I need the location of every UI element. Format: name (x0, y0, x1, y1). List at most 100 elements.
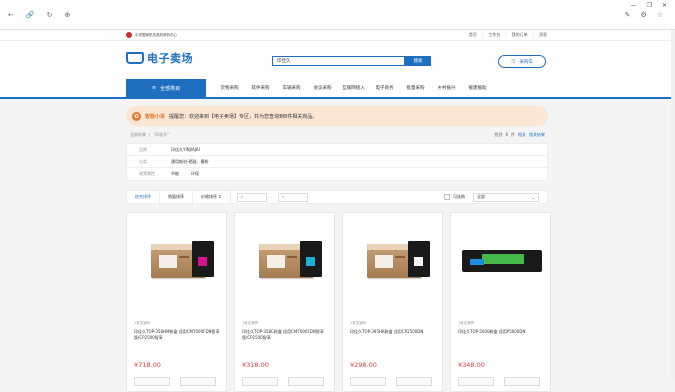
checkbox-icon[interactable] (444, 194, 450, 200)
topbar-link-home[interactable]: 首页 (469, 32, 477, 38)
notice-banner: ✿ 智能小采 提醒您：欢迎来到【电子卖场】专区，共为您查询到8件相关商品。 (126, 106, 548, 126)
nav-item[interactable]: 货物采购 (214, 85, 245, 91)
org-name: 中央国家机关政府采购中心 (135, 32, 177, 37)
price-min-input[interactable]: ¥ (236, 192, 267, 202)
add-cart-button[interactable] (396, 377, 432, 386)
sort-bar: 综合排序 销量排序 价格排序 ↕ ¥ - ¥ 可选购 全部 ⌄ (126, 190, 548, 204)
add-cart-button[interactable] (180, 377, 216, 386)
search-button[interactable]: 搜索 (405, 56, 431, 66)
related-link[interactable]: 相关 (518, 132, 526, 138)
sort-sales[interactable]: 销量排序 (160, 190, 193, 204)
filter-label: 政策属性 (139, 171, 155, 176)
nav-item[interactable]: 乡村振兴 (431, 85, 462, 91)
back-icon[interactable]: ← (8, 11, 14, 19)
nav-item[interactable]: 软件采购 (245, 85, 276, 91)
filter-value[interactable]: 通用耗材-硒鼓、墨粉 (171, 159, 208, 165)
site-logo[interactable]: 电子卖场 (126, 50, 193, 66)
nav-item[interactable]: 批量采购 (400, 85, 431, 91)
filter-value[interactable]: 环保 (191, 171, 199, 177)
cart-label: 采购车 (519, 59, 534, 65)
all-categories-button[interactable]: ≡ 全部类目 (126, 79, 206, 97)
product-card[interactable]: 1家店铺有 印佳久TOP-395HK粉盒 适用CP2500DN ¥298.00 (342, 212, 443, 392)
nav-item[interactable]: 会议采购 (307, 85, 338, 91)
product-card[interactable]: 1家店铺有 印佳久TOP-358C粉盒 适用CM7000FDN智享版/CP250… (234, 212, 335, 392)
all-categories-label: 全部类目 (160, 85, 181, 92)
store-count: 1家店铺有 (242, 321, 259, 325)
pen-icon[interactable]: ✎ (625, 11, 631, 19)
result-count: 找到 8 件 相关 相关结果 (494, 132, 545, 138)
topbar-link-orders[interactable]: 我的订单 (512, 32, 528, 38)
search-bar: 搜索 (272, 56, 431, 66)
compare-button[interactable] (350, 377, 386, 386)
home-icon[interactable]: ⊕ (64, 11, 70, 19)
browser-toolbar: — ❐ ✕ ← 🔗 ↻ ⊕ ✎ ⚙ ☆ (0, 0, 675, 30)
add-cart-button[interactable] (288, 377, 324, 386)
filter-row-policy: 政策属性 节能 环保 (127, 168, 547, 180)
product-image[interactable] (242, 227, 329, 295)
link-icon[interactable]: 🔗 (26, 11, 35, 19)
site-header: 电子卖场 搜索 🛒 采购车 (0, 41, 675, 79)
product-price: ¥718.00 (134, 361, 161, 369)
breadcrumb: 全部结果 / "印佳久" (130, 132, 169, 138)
site-topbar: 中央国家机关政府采购中心 首页 | 工作台 | 我的订单 | 消息 (0, 30, 675, 41)
status-select[interactable]: 全部 ⌄ (473, 192, 539, 202)
store-count: 1家店铺有 (134, 321, 151, 325)
product-title[interactable]: 印佳久TOP-5000粉盒 适用P5000DN (458, 329, 546, 335)
breadcrumb-root[interactable]: 全部结果 (130, 132, 146, 138)
available-filter[interactable]: 可选购 (444, 194, 465, 200)
refresh-icon[interactable]: ↻ (47, 11, 53, 19)
product-image[interactable] (350, 227, 437, 295)
bookmark-icon[interactable]: ☆ (657, 11, 663, 19)
compare-button[interactable] (134, 377, 170, 386)
nav-item[interactable]: 车辆采购 (276, 85, 307, 91)
main-nav: ≡ 全部类目 货物采购 软件采购 车辆采购 会议采购 互联网接入 电子商务 批量… (0, 79, 675, 99)
filter-label: 分类 (139, 158, 147, 164)
compare-button[interactable] (458, 377, 494, 386)
filter-label: 品牌 (139, 146, 147, 152)
product-price: ¥318.00 (242, 361, 269, 369)
available-label: 可选购 (453, 194, 465, 199)
filter-row-category: 分类 通用耗材-硒鼓、墨粉 (127, 156, 547, 168)
product-image[interactable] (134, 227, 221, 295)
browser-actions: ✎ ⚙ ☆ (625, 11, 663, 19)
related-results-link[interactable]: 相关结果 (529, 132, 545, 138)
store-count: 1家店铺有 (458, 321, 475, 325)
price-max-input[interactable]: ¥ (278, 192, 309, 202)
product-price: ¥348.00 (458, 361, 485, 369)
nav-item[interactable]: 援建援助 (462, 85, 493, 91)
menu-icon: ≡ (151, 85, 157, 91)
topbar-link-workbench[interactable]: 工作台 (488, 32, 500, 38)
product-card[interactable]: 1家店铺有 印佳久TOP-358HM粉盒 适用CM7000FDN智享版/CP25… (126, 212, 227, 392)
nav-item[interactable]: 互联网接入 (338, 85, 369, 91)
notice-text: 提醒您：欢迎来到【电子卖场】专区，共为您查询到8件相关商品。 (169, 113, 318, 120)
breadcrumb-query: "印佳久" (153, 132, 170, 137)
assistant-icon: ✿ (132, 111, 141, 121)
price-range-dash: - (270, 194, 273, 200)
cart-logo-icon (126, 52, 144, 64)
close-icon[interactable]: ✕ (662, 2, 667, 9)
restore-icon[interactable]: ❐ (647, 2, 652, 9)
product-image[interactable] (458, 227, 545, 295)
sort-price[interactable]: 价格排序 ↕ (193, 190, 231, 204)
product-card[interactable]: 1家店铺有 印佳久TOP-5000粉盒 适用P5000DN ¥348.00 (450, 212, 551, 392)
store-count: 1家店铺有 (350, 321, 367, 325)
compare-button[interactable] (242, 377, 278, 386)
nav-items: 货物采购 软件采购 车辆采购 会议采购 互联网接入 电子商务 批量采购 乡村振兴… (214, 79, 493, 97)
seal-icon (126, 32, 132, 38)
product-price: ¥298.00 (350, 361, 377, 369)
nav-item[interactable]: 电子商务 (369, 85, 400, 91)
filter-value[interactable]: 印佳久YINJIAJIU (171, 147, 200, 153)
topbar-link-messages[interactable]: 消息 (539, 32, 547, 38)
shopping-cart-button[interactable]: 🛒 采购车 (498, 55, 546, 68)
product-title[interactable]: 印佳久TOP-395HK粉盒 适用CP2500DN (350, 329, 438, 335)
settings-icon[interactable]: ⚙ (640, 11, 646, 19)
sort-comprehensive[interactable]: 综合排序 (127, 190, 160, 204)
topbar-links: 首页 | 工作台 | 我的订单 | 消息 (468, 32, 547, 38)
product-title[interactable]: 印佳久TOP-358HM粉盒 适用CM7000FDN智享版/CP2500智享 (134, 329, 222, 341)
filter-value[interactable]: 节能 (171, 171, 179, 177)
product-title[interactable]: 印佳久TOP-358C粉盒 适用CM7000FDN智享版/CP2500智享 (242, 329, 330, 341)
page-scrollbar[interactable] (671, 30, 675, 380)
minimize-icon[interactable]: — (631, 2, 637, 9)
add-cart-button[interactable] (504, 377, 540, 386)
search-input[interactable] (272, 56, 405, 66)
